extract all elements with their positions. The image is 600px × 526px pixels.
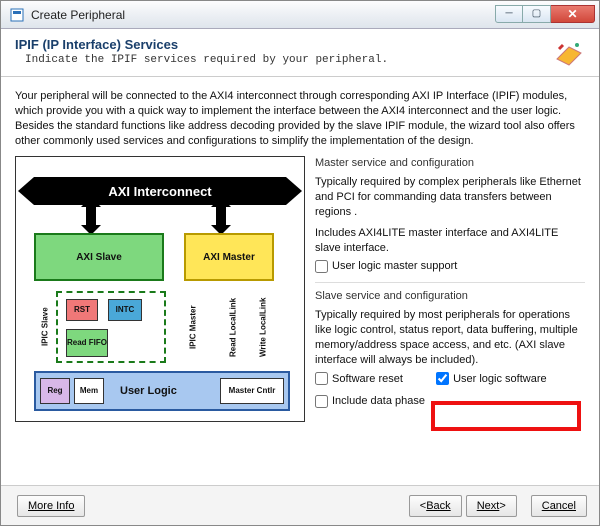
ipic-slave-label: IPIC Slave: [38, 287, 52, 367]
intc-box: INTC: [108, 299, 142, 321]
master-desc-2: Includes AXI4LITE master interface and A…: [315, 226, 585, 256]
ipic-master-label: IPIC Master: [186, 287, 200, 367]
app-icon: [9, 7, 25, 23]
architecture-diagram: AXI Interconnect AXI Slave AXI Master IP…: [15, 156, 305, 422]
wizard-icon: [553, 39, 585, 71]
close-button[interactable]: ✕: [551, 5, 595, 23]
arrow-left-icon: [18, 177, 34, 205]
slave-heading: Slave service and configuration: [315, 289, 585, 304]
axi-interconnect-bar: AXI Interconnect: [34, 177, 286, 205]
slave-desc: Typically required by most peripherals f…: [315, 308, 585, 367]
minimize-button[interactable]: ─: [495, 5, 523, 23]
window-title: Create Peripheral: [31, 8, 495, 22]
next-button[interactable]: Next >: [466, 495, 517, 517]
include-data-phase-label: Include data phase: [332, 394, 425, 409]
cancel-button[interactable]: Cancel: [531, 495, 587, 517]
header-subtitle: Indicate the IPIF services required by y…: [25, 54, 585, 66]
user-logic-container: Reg Mem User Logic Master Cntlr: [34, 371, 290, 411]
back-button[interactable]: < Back: [409, 495, 462, 517]
header: IPIF (IP Interface) Services Indicate th…: [1, 29, 599, 77]
footer: More Info < Back Next > Cancel: [1, 485, 599, 525]
user-logic-master-checkbox[interactable]: [315, 260, 328, 273]
software-reset-label: Software reset: [332, 372, 403, 387]
axi-slave-box: AXI Slave: [34, 233, 164, 281]
master-heading: Master service and configuration: [315, 156, 585, 171]
dialog-window: Create Peripheral ─ ▢ ✕ IPIF (IP Interfa…: [0, 0, 600, 526]
read-fifo-box: Read FIFO: [66, 329, 108, 357]
user-logic-master-label: User logic master support: [332, 259, 457, 274]
reg-box: Reg: [40, 378, 70, 404]
options-column: Master service and configuration Typical…: [315, 156, 585, 422]
include-data-phase-checkbox[interactable]: [315, 395, 328, 408]
header-title: IPIF (IP Interface) Services: [15, 37, 585, 52]
master-cntlr-box: Master Cntlr: [220, 378, 284, 404]
divider: [315, 282, 585, 283]
user-logic-software-checkbox[interactable]: [436, 372, 449, 385]
body: Your peripheral will be connected to the…: [1, 77, 599, 430]
highlight-box: [431, 401, 581, 431]
arrow-right-icon: [286, 177, 302, 205]
intro-text: Your peripheral will be connected to the…: [15, 89, 585, 148]
more-info-button[interactable]: More Info: [17, 495, 85, 517]
titlebar[interactable]: Create Peripheral ─ ▢ ✕: [1, 1, 599, 29]
user-logic-label: User Logic: [120, 385, 177, 397]
master-desc-1: Typically required by complex peripheral…: [315, 175, 585, 220]
maximize-button[interactable]: ▢: [523, 5, 551, 23]
user-logic-software-label: User logic software: [453, 372, 547, 387]
axi-master-box: AXI Master: [184, 233, 274, 281]
window-buttons: ─ ▢ ✕: [495, 5, 595, 25]
mem-box: Mem: [74, 378, 104, 404]
software-reset-checkbox[interactable]: [315, 372, 328, 385]
write-locallink-label: Write LocalLink: [256, 287, 270, 367]
rst-box: RST: [66, 299, 98, 321]
read-locallink-label: Read LocalLink: [226, 287, 240, 367]
